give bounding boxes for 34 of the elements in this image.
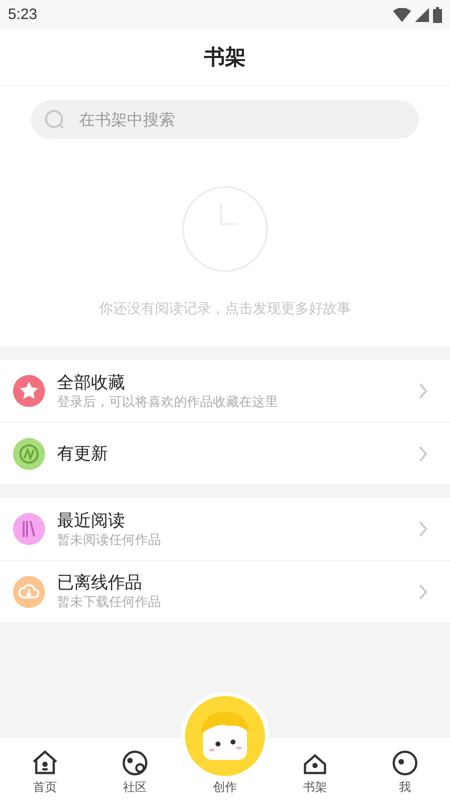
- chevron-icon: [418, 582, 428, 600]
- face-icon: [120, 748, 150, 778]
- battery-icon: [433, 7, 442, 23]
- tab-label: 我: [399, 779, 411, 796]
- list-item[interactable]: 全部收藏 登录后，可以将喜欢的作品收藏在这里: [0, 360, 450, 422]
- search-field[interactable]: 在书架中搜索: [31, 100, 419, 139]
- tab-item[interactable]: 我: [360, 748, 450, 800]
- list-item[interactable]: 已离线作品 暂未下载任何作品: [0, 560, 450, 622]
- wifi-icon: [393, 8, 411, 22]
- item-title: 最近阅读: [57, 510, 126, 532]
- tab-label: 社区: [123, 779, 147, 796]
- status-time: 5:23: [8, 4, 38, 25]
- tab-item[interactable]: 社区: [90, 748, 180, 800]
- chevron-icon: [418, 382, 428, 400]
- item-title: 已离线作品: [57, 572, 143, 594]
- list-item[interactable]: 有更新: [0, 422, 450, 484]
- page-title: 书架: [204, 44, 246, 71]
- mascot-icon: [185, 696, 265, 776]
- chevron-icon: [418, 444, 428, 462]
- item-subtitle: 登录后，可以将喜欢的作品收藏在这里: [57, 394, 279, 410]
- tab-label: 首页: [33, 779, 57, 796]
- empty-message: 你还没有阅读记录，点击发现更多好故事: [99, 300, 351, 319]
- tab-label: 书架: [303, 779, 327, 796]
- item-subtitle: 暂未阅读任何作品: [57, 532, 162, 548]
- tab-item[interactable]: 书架: [270, 748, 360, 800]
- list-item[interactable]: 最近阅读 暂未阅读任何作品: [0, 498, 450, 560]
- tab-label: 创作: [213, 779, 237, 796]
- chevron-icon: [418, 520, 428, 538]
- item-title: 全部收藏: [57, 372, 126, 394]
- signal-icon: [415, 8, 429, 22]
- tab-item[interactable]: 首页: [0, 748, 90, 800]
- face-icon: [390, 748, 420, 778]
- item-subtitle: 暂未下载任何作品: [57, 594, 162, 611]
- item-title: 有更新: [57, 442, 109, 464]
